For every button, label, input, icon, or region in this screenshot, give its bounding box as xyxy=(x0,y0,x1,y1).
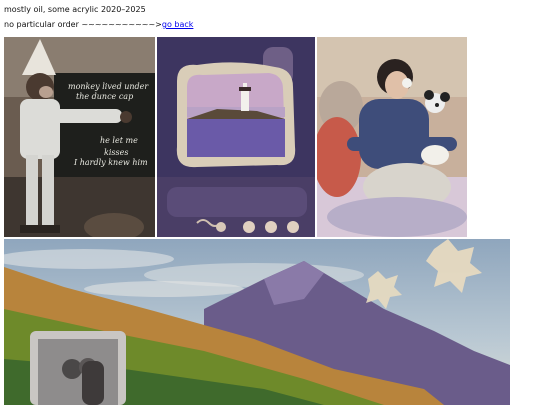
mountain-landscape-image xyxy=(4,239,510,405)
lighthouse-window-image xyxy=(157,37,315,237)
woman-with-dog-image xyxy=(317,37,467,237)
order-note: no particular order ~~~~~~~~~~~>go back xyxy=(4,20,193,30)
board-line-2: the dunce cap xyxy=(76,92,133,101)
monkey-dunce-cap-painting[interactable]: monkey lived under the dunce cap he let … xyxy=(4,37,155,237)
board-line-5: I hardly knew him xyxy=(73,158,148,167)
board-line-4: kisses xyxy=(104,148,128,157)
board-line-3: he let me xyxy=(100,136,138,145)
mountain-landscape-painting[interactable] xyxy=(4,239,510,405)
lighthouse-window-painting[interactable] xyxy=(157,37,315,237)
board-line-1: monkey lived under xyxy=(68,82,149,91)
woman-with-dog-painting[interactable] xyxy=(317,37,467,237)
monkey-dunce-cap-image: monkey lived under the dunce cap he let … xyxy=(4,37,155,237)
go-back-link[interactable]: go back xyxy=(162,20,194,29)
order-note-text: no particular order ~~~~~~~~~~~> xyxy=(4,20,162,29)
page-subtitle: mostly oil, some acrylic 2020–2025 xyxy=(4,5,146,14)
